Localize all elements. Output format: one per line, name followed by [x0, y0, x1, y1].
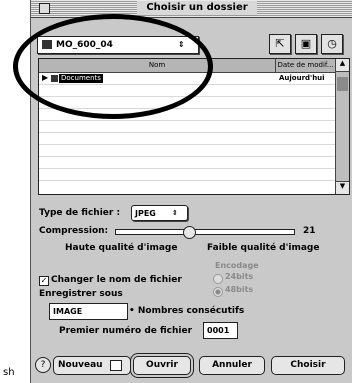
file-type-label: Type de fichier :	[39, 208, 121, 218]
radio-24bits[interactable]	[213, 274, 223, 284]
folder-popup[interactable]: MO_600_04 ⇕	[37, 36, 199, 54]
low-quality-label: Faible qualité d'image	[207, 243, 320, 253]
choose-button[interactable]: Choisir	[271, 356, 345, 375]
radio-48bits[interactable]	[213, 287, 223, 297]
shortcuts-button[interactable]: ⇱	[269, 34, 291, 54]
popup-arrows-icon: ⇕	[178, 40, 185, 49]
list-row-empty	[39, 85, 335, 97]
disk-icon	[42, 40, 52, 49]
folder-icon	[51, 75, 58, 82]
list-row-empty	[39, 133, 335, 145]
new-folder-icon	[110, 360, 122, 371]
side-text: sh	[3, 367, 15, 378]
list-row-empty	[39, 157, 335, 169]
clock-icon: ◷	[327, 37, 337, 50]
high-quality-label: Haute qualité d'image	[65, 243, 178, 253]
open-button[interactable]: Ouvrir	[133, 356, 191, 375]
recent-button[interactable]: ◷	[321, 34, 343, 54]
list-row-empty	[39, 97, 335, 109]
folder-popup-value: MO_600_04	[56, 40, 113, 50]
encoding-label: Encodage	[215, 261, 259, 270]
file-name-input[interactable]: IMAGE	[49, 303, 128, 320]
choose-folder-dialog: Choisir un dossier MO_600_04 ⇕ ⇱ ▣ ◷ Nom…	[30, 0, 352, 383]
first-number-label: Premier numéro de fichier	[59, 326, 193, 336]
col-date-header[interactable]: Date de modif...	[276, 59, 335, 73]
list-row-empty	[39, 169, 335, 181]
disclosure-triangle-icon[interactable]: ▶	[42, 73, 48, 82]
file-type-popup[interactable]: JPEG ⇕	[131, 205, 188, 221]
file-list[interactable]: Nom Date de modif... ▶ Documents Aujourd…	[38, 58, 350, 195]
popup-arrows-icon: ⇕	[172, 209, 178, 217]
file-type-value: JPEG	[135, 209, 156, 218]
list-item[interactable]: ▶ Documents Aujourd'hui	[39, 73, 335, 85]
first-number-input[interactable]: 0001	[203, 322, 238, 339]
new-folder-button[interactable]: Nouveau	[53, 356, 131, 375]
new-folder-label: Nouveau	[58, 360, 103, 370]
list-row-empty	[39, 121, 335, 133]
compression-slider-thumb[interactable]	[182, 226, 196, 239]
help-button[interactable]: ?	[35, 357, 51, 373]
checkmark-icon: ✓	[40, 276, 48, 285]
vertical-scrollbar[interactable]: ▲ ▼	[335, 59, 349, 194]
window-title: Choisir un dossier	[137, 1, 257, 15]
rename-label: Changer le nom de fichier	[51, 275, 182, 285]
title-bar[interactable]: Choisir un dossier	[31, 0, 352, 18]
scroll-up-arrow-icon[interactable]: ▲	[336, 59, 349, 72]
compression-value: 21	[303, 226, 316, 236]
shortcut-icon: ⇱	[275, 37, 285, 50]
consecutive-numbers-label: • Nombres consécutifs	[129, 306, 245, 316]
close-box[interactable]	[39, 3, 50, 14]
compression-slider[interactable]	[115, 226, 295, 239]
list-row-empty	[39, 109, 335, 121]
scroll-thumb[interactable]	[337, 77, 348, 91]
radio-24bits-label: 24bits	[225, 272, 254, 281]
favorites-button[interactable]: ▣	[295, 34, 317, 54]
save-as-label: Enregistrer sous	[39, 289, 123, 299]
col-name-header[interactable]: Nom	[39, 59, 276, 73]
radio-48bits-label: 48bits	[225, 285, 254, 294]
list-row-empty	[39, 145, 335, 157]
item-date: Aujourd'hui	[279, 74, 325, 82]
item-name: Documents	[59, 74, 103, 83]
help-icon: ?	[40, 360, 46, 370]
scroll-down-arrow-icon[interactable]: ▼	[336, 181, 349, 194]
rename-checkbox[interactable]: ✓	[39, 276, 49, 286]
favorites-icon: ▣	[300, 37, 312, 50]
cancel-button[interactable]: Annuler	[199, 356, 265, 375]
compression-label: Compression:	[39, 226, 109, 236]
